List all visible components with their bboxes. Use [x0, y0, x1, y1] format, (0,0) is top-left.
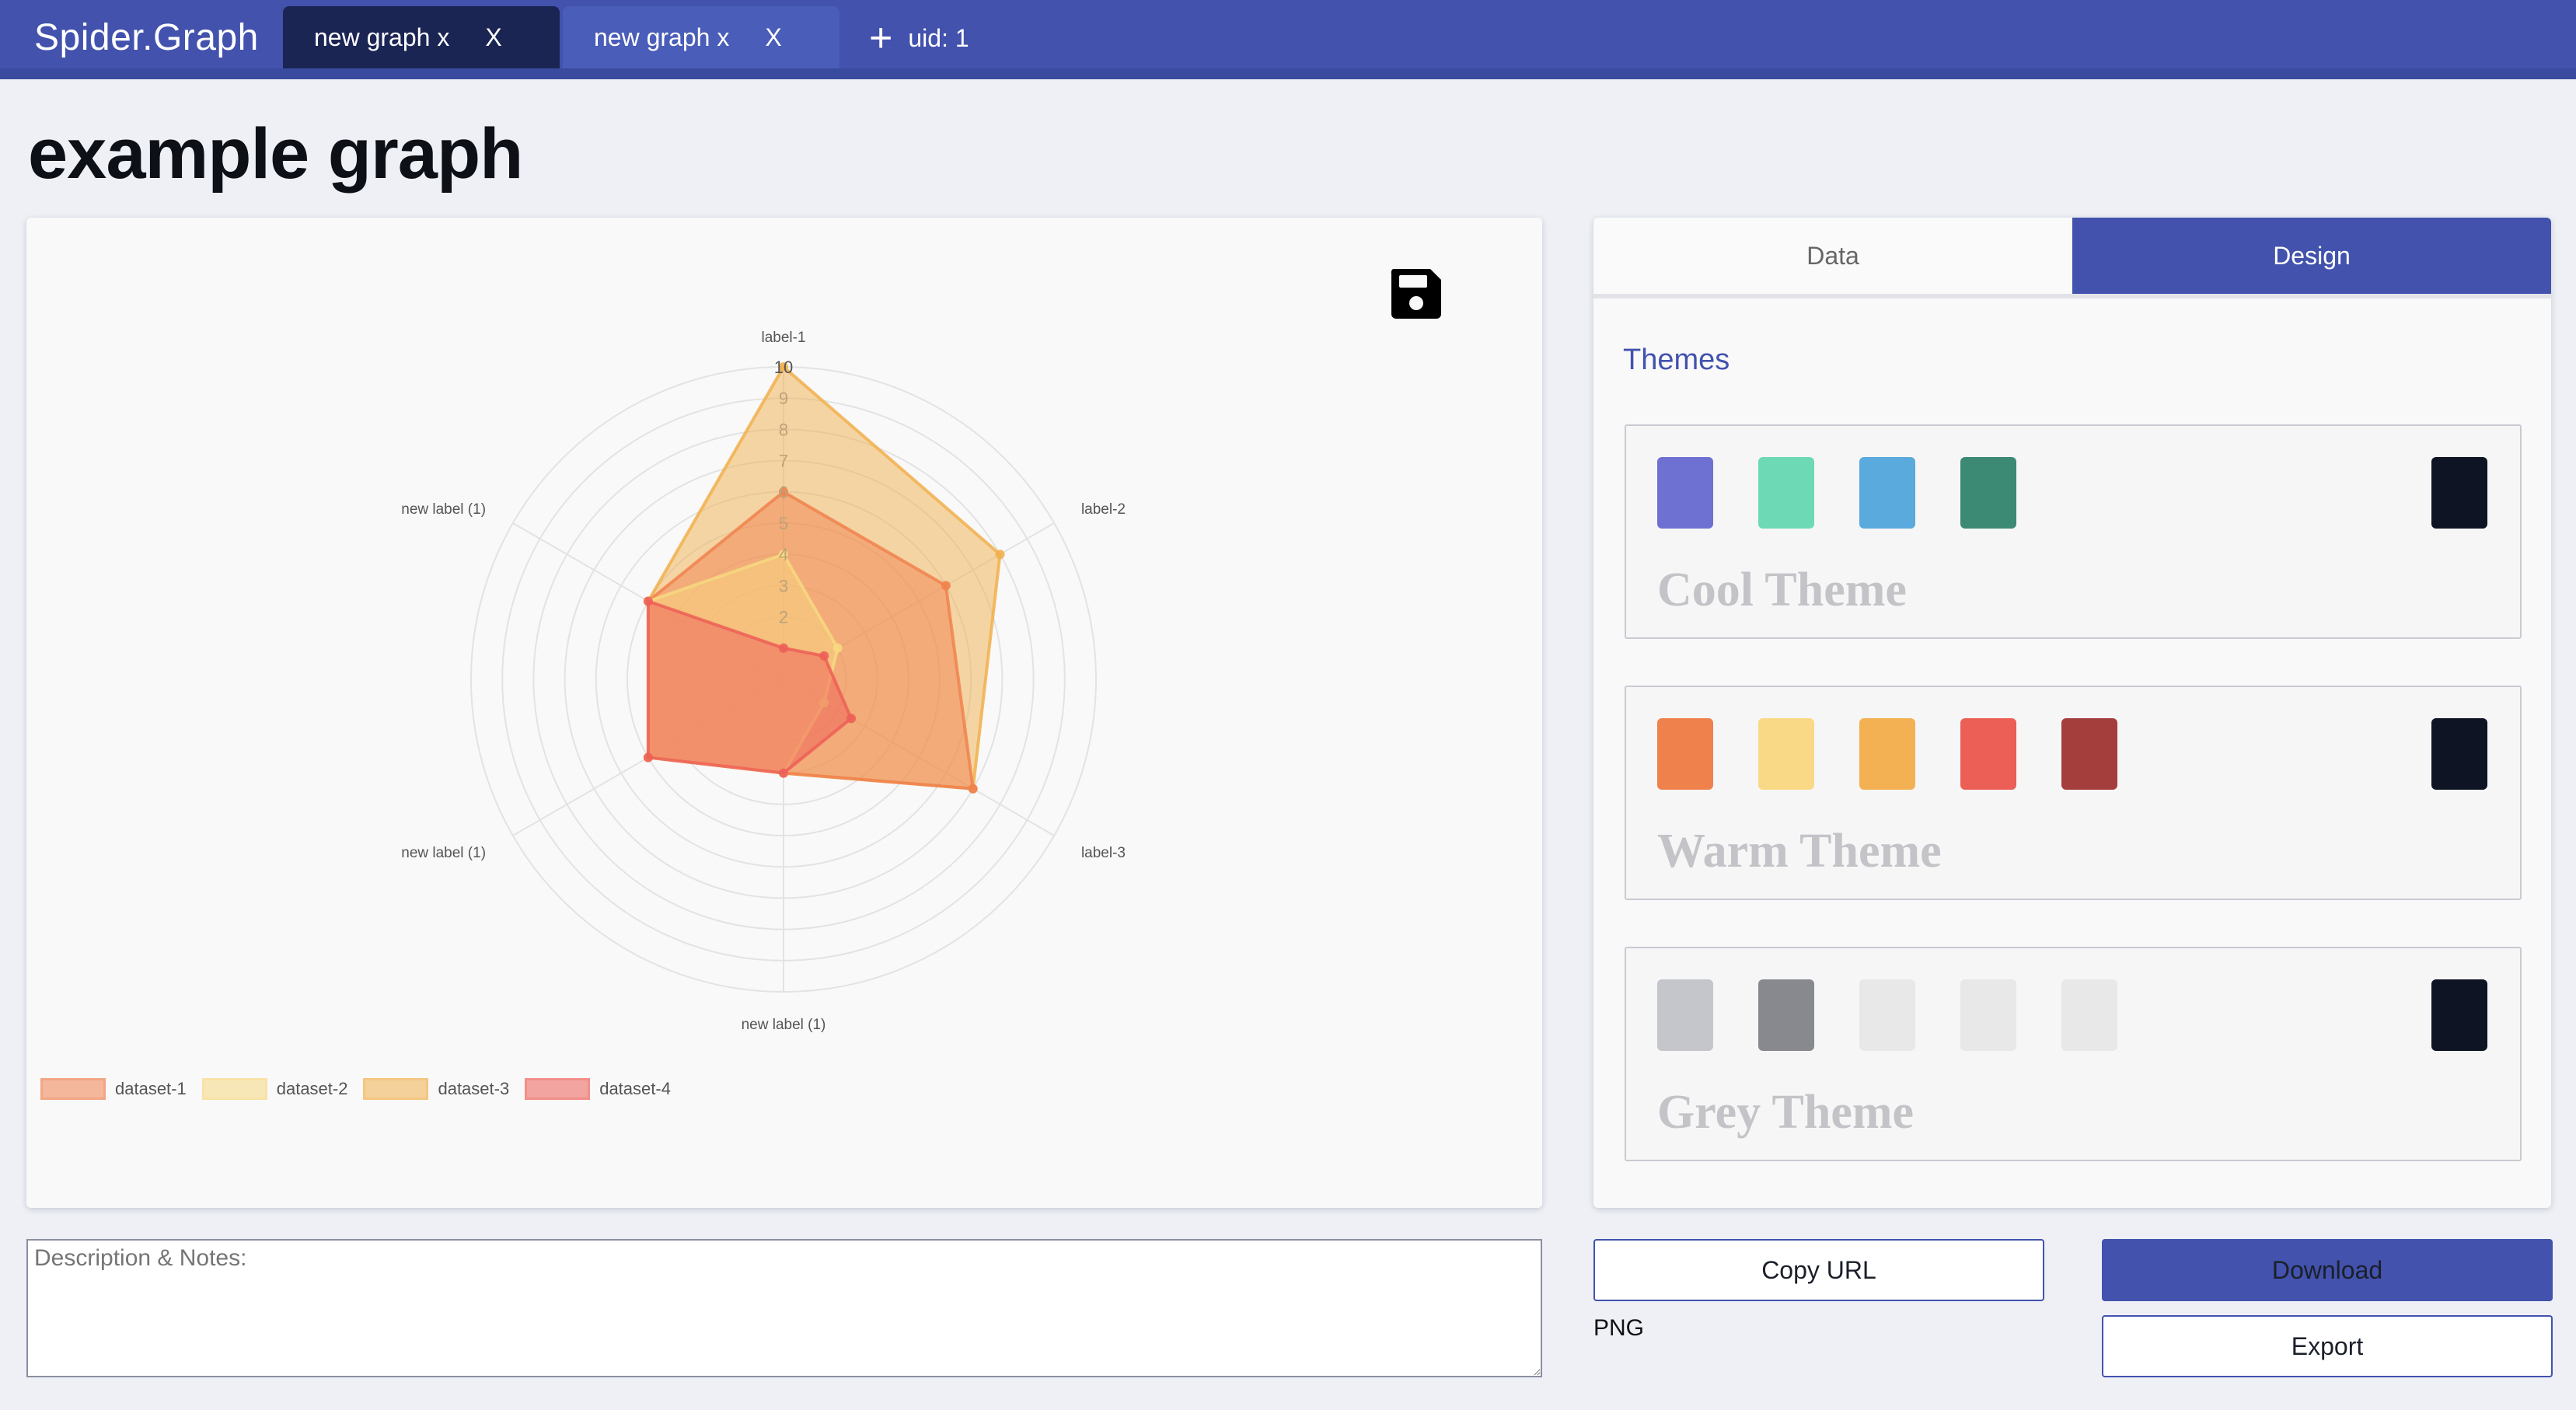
legend-label: dataset-3: [438, 1079, 510, 1098]
download-button[interactable]: Download: [2102, 1239, 2553, 1301]
data-point: [846, 714, 857, 724]
scale-tick-label: 4: [779, 545, 788, 564]
tab-design[interactable]: Design: [2072, 218, 2551, 294]
format-label: PNG: [1593, 1315, 1645, 1341]
data-point: [643, 752, 653, 763]
legend-label: dataset-1: [115, 1079, 187, 1098]
themes-heading: Themes: [1623, 344, 1730, 376]
legend-item[interactable]: dataset-1: [40, 1078, 187, 1100]
settings-panel: Data Design Themes Cool Theme Warm Theme…: [1593, 218, 2551, 1208]
legend-item[interactable]: dataset-4: [525, 1078, 671, 1100]
page-title: example graph: [28, 114, 523, 194]
theme-name: Grey Theme: [1657, 1086, 1915, 1139]
scale-tick-label: 2: [779, 608, 788, 627]
data-point: [779, 643, 788, 653]
top-bar-accent-strip: [0, 68, 2576, 79]
theme-color-swatch: [1758, 457, 1814, 529]
theme-card-grey[interactable]: Grey Theme: [1625, 947, 2522, 1161]
theme-color-swatch: [1960, 718, 2016, 790]
theme-color-swatch: [2061, 979, 2117, 1051]
axis-label: new label (1): [401, 845, 486, 861]
scale-tick-label: 7: [779, 452, 788, 471]
scale-tick-label: 9: [779, 389, 788, 408]
axis-label: label-3: [1081, 845, 1126, 861]
legend-swatch: [363, 1078, 429, 1100]
theme-color-swatch: [2061, 718, 2117, 790]
theme-color-swatch: [1859, 979, 1915, 1051]
legend-label: dataset-4: [599, 1079, 671, 1098]
theme-name: Cool Theme: [1657, 564, 1907, 616]
data-point: [995, 550, 1005, 560]
uid-label: uid: 1: [908, 23, 969, 52]
tab-divider: [1593, 294, 2551, 298]
close-tab-button[interactable]: X: [765, 23, 781, 52]
data-point: [941, 581, 951, 591]
theme-card-warm[interactable]: Warm Theme: [1625, 686, 2522, 900]
data-point: [819, 651, 829, 661]
theme-color-swatch: [1758, 979, 1814, 1051]
graph-tab-label: new graph x: [314, 23, 450, 51]
theme-color-swatch: [1960, 979, 2016, 1051]
scale-tick-label: 3: [779, 576, 788, 595]
graph-tab-1[interactable]: new graph x X: [283, 6, 560, 68]
axis-label: new label (1): [742, 1017, 826, 1033]
theme-color-swatch: [1859, 718, 1915, 790]
theme-color-swatch: [1657, 718, 1713, 790]
save-icon[interactable]: [1388, 266, 1444, 322]
legend-item[interactable]: dataset-3: [363, 1078, 509, 1100]
legend-swatch: [525, 1078, 591, 1100]
theme-dark-swatch: [2431, 718, 2487, 790]
legend-swatch: [201, 1078, 267, 1100]
app-brand[interactable]: Spider.Graph: [34, 14, 259, 62]
axis-label: label-1: [761, 330, 805, 346]
copy-url-button[interactable]: Copy URL: [1593, 1239, 2044, 1301]
theme-name: Warm Theme: [1657, 825, 1942, 878]
data-point: [779, 768, 788, 778]
data-point: [643, 596, 653, 606]
radar-chart: 2 3 4 5 6 7 8 9 10 label-1 label-2 label-3 new label…: [401, 330, 1126, 1033]
legend-item[interactable]: dataset-2: [201, 1078, 348, 1100]
theme-color-swatch: [1657, 457, 1713, 529]
scale-tick-label: 8: [779, 420, 788, 439]
tab-data[interactable]: Data: [1593, 218, 2072, 294]
axis-label: label-2: [1081, 501, 1126, 518]
close-tab-button[interactable]: X: [485, 23, 501, 52]
legend-label: dataset-2: [276, 1079, 348, 1098]
scale-tick-label: 6: [779, 483, 788, 502]
legend-swatch: [40, 1078, 106, 1100]
theme-card-cool[interactable]: Cool Theme: [1625, 424, 2522, 639]
graph-tab-2[interactable]: new graph x X: [563, 6, 839, 68]
data-point: [832, 643, 843, 653]
plus-icon: +: [869, 16, 893, 61]
theme-dark-swatch: [2431, 457, 2487, 529]
theme-color-swatch: [1960, 457, 2016, 529]
data-point: [968, 784, 978, 794]
panel-tabs: Data Design: [1593, 218, 2551, 298]
export-button[interactable]: Export: [2102, 1315, 2553, 1377]
theme-color-swatch: [1859, 457, 1915, 529]
scale-tick-label: 10: [774, 358, 793, 377]
graph-tab-label: new graph x: [594, 23, 730, 51]
chart-legend: dataset-1 dataset-2 dataset-3 dataset-4: [40, 1077, 686, 1101]
scale-tick-label: 5: [779, 514, 788, 533]
theme-color-swatch: [1657, 979, 1713, 1051]
theme-dark-swatch: [2431, 979, 2487, 1051]
theme-color-swatch: [1758, 718, 1814, 790]
axis-label: new label (1): [401, 501, 486, 518]
add-tab-button[interactable]: + uid: 1: [869, 14, 969, 62]
description-notes-field[interactable]: [26, 1239, 1542, 1377]
